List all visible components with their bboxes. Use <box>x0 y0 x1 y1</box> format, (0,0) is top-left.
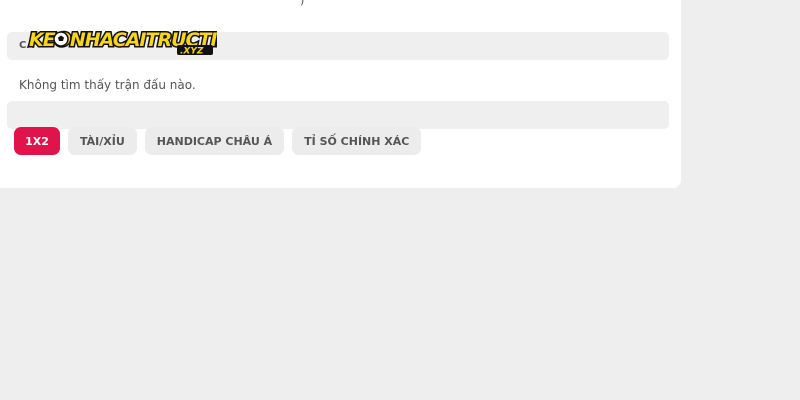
partial-top-text: ) <box>300 0 305 7</box>
tab-ti-so-chinh-xac[interactable]: TỈ SỐ CHÍNH XÁC <box>292 127 422 155</box>
svg-text:.XYZ: .XYZ <box>180 47 204 57</box>
soccer-ball-icon <box>53 31 69 47</box>
site-logo[interactable]: KEONHACAITRUCTIEP KEONHACAITRUCTIEP .XYZ <box>27 24 218 57</box>
no-matches-message: Không tìm thấy trận đấu nào. <box>19 78 196 92</box>
filter-bar <box>7 101 669 129</box>
bet-type-tabs: 1X2 TÀI/XỈU HANDICAP CHÂU Á TỈ SỐ CHÍNH … <box>14 127 422 155</box>
tab-1x2[interactable]: 1X2 <box>14 127 60 155</box>
tab-tai-xiu[interactable]: TÀI/XỈU <box>68 127 137 155</box>
tab-handicap-chau-a[interactable]: HANDICAP CHÂU Á <box>144 127 285 155</box>
